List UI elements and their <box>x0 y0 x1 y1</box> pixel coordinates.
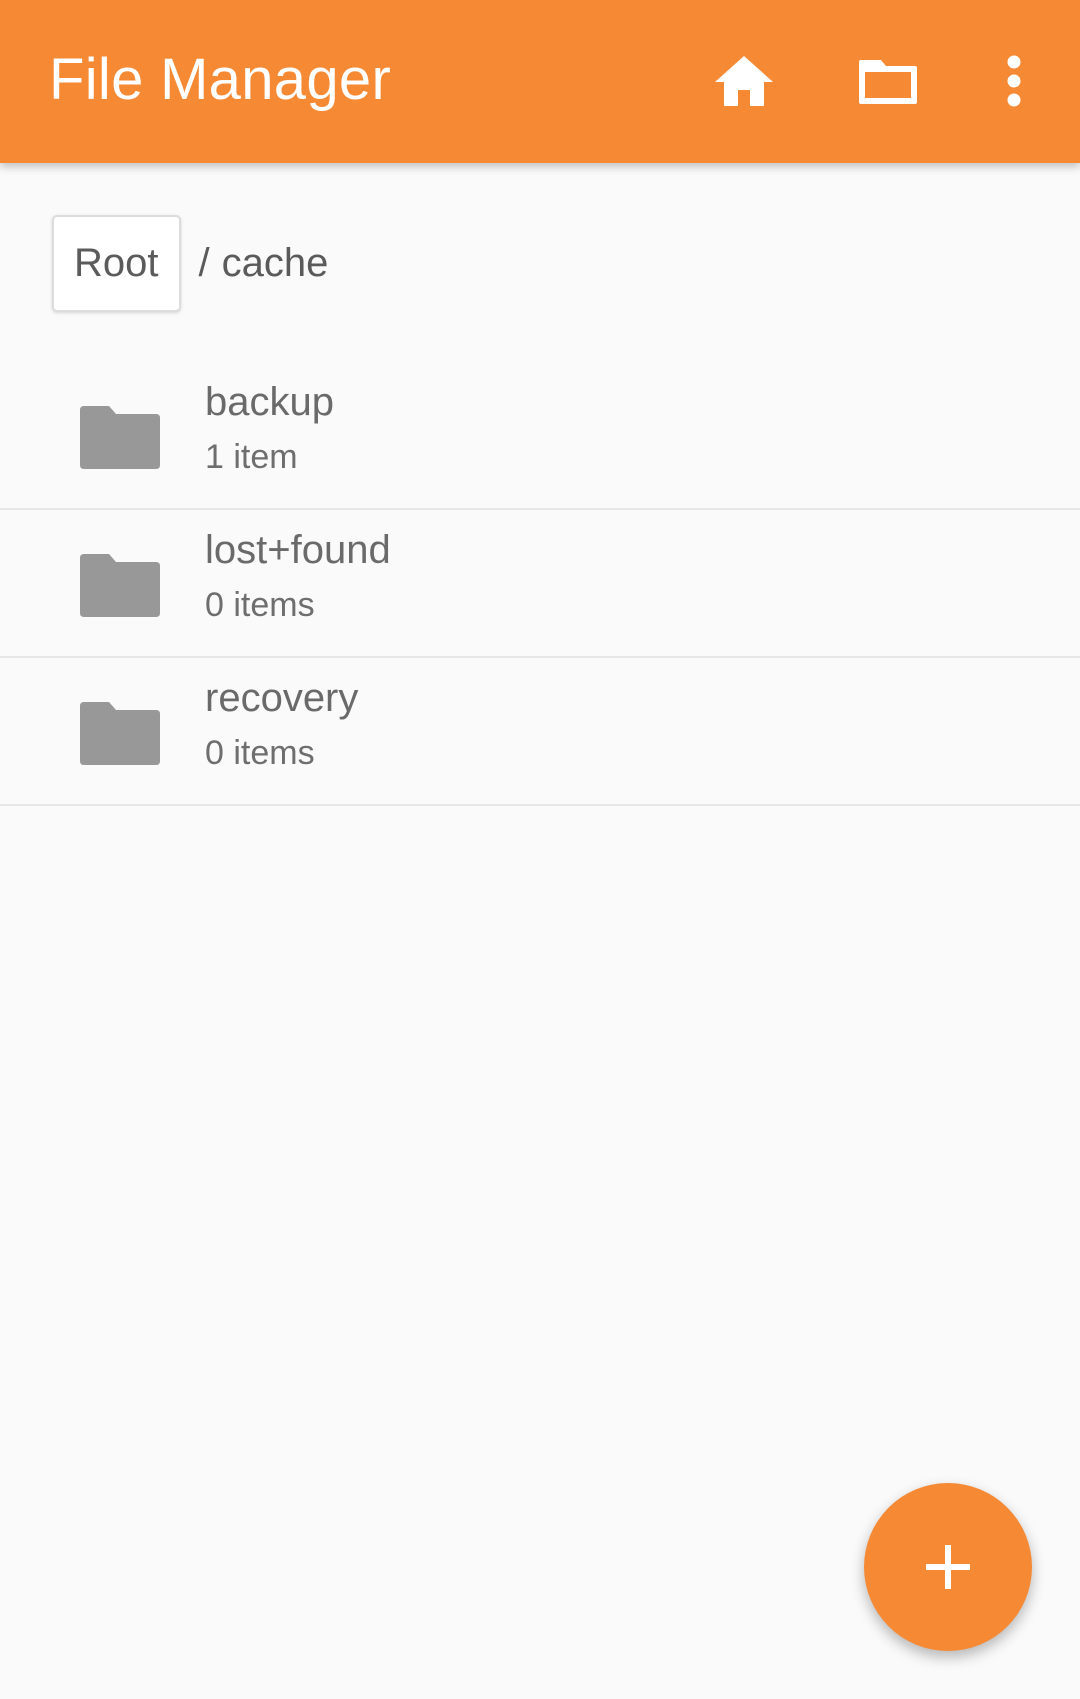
more-vert-icon <box>1007 55 1021 107</box>
app-bar: File Manager <box>0 0 1080 163</box>
add-icon <box>926 1545 970 1589</box>
folder-name: backup <box>205 380 334 424</box>
file-manager-screen: File Manager Root / cache backup 1 item … <box>0 0 1080 1699</box>
folder-icon <box>80 702 160 765</box>
add-fab-button[interactable] <box>864 1483 1032 1651</box>
breadcrumb-separator: / <box>198 241 210 285</box>
folder-item-count: 1 item <box>205 438 298 476</box>
breadcrumb: Root / cache <box>52 215 328 312</box>
folder-button[interactable] <box>852 45 924 117</box>
folder-item-count: 0 items <box>205 734 315 772</box>
folder-item-count: 0 items <box>205 586 315 624</box>
folder-icon <box>80 406 160 469</box>
breadcrumb-current: cache <box>221 241 329 285</box>
home-button[interactable] <box>706 45 782 117</box>
breadcrumb-root[interactable]: Root <box>52 215 181 312</box>
overflow-menu-button[interactable] <box>990 45 1038 117</box>
app-title: File Manager <box>49 47 392 112</box>
folder-name: lost+found <box>205 528 391 572</box>
folder-name: recovery <box>205 676 359 720</box>
file-list: backup 1 item lost+found 0 items recover… <box>0 362 1080 806</box>
folder-icon <box>859 60 917 104</box>
list-item[interactable]: backup 1 item <box>0 362 1080 510</box>
home-icon <box>715 56 773 106</box>
folder-icon <box>80 554 160 617</box>
list-item[interactable]: recovery 0 items <box>0 658 1080 806</box>
list-item[interactable]: lost+found 0 items <box>0 510 1080 658</box>
